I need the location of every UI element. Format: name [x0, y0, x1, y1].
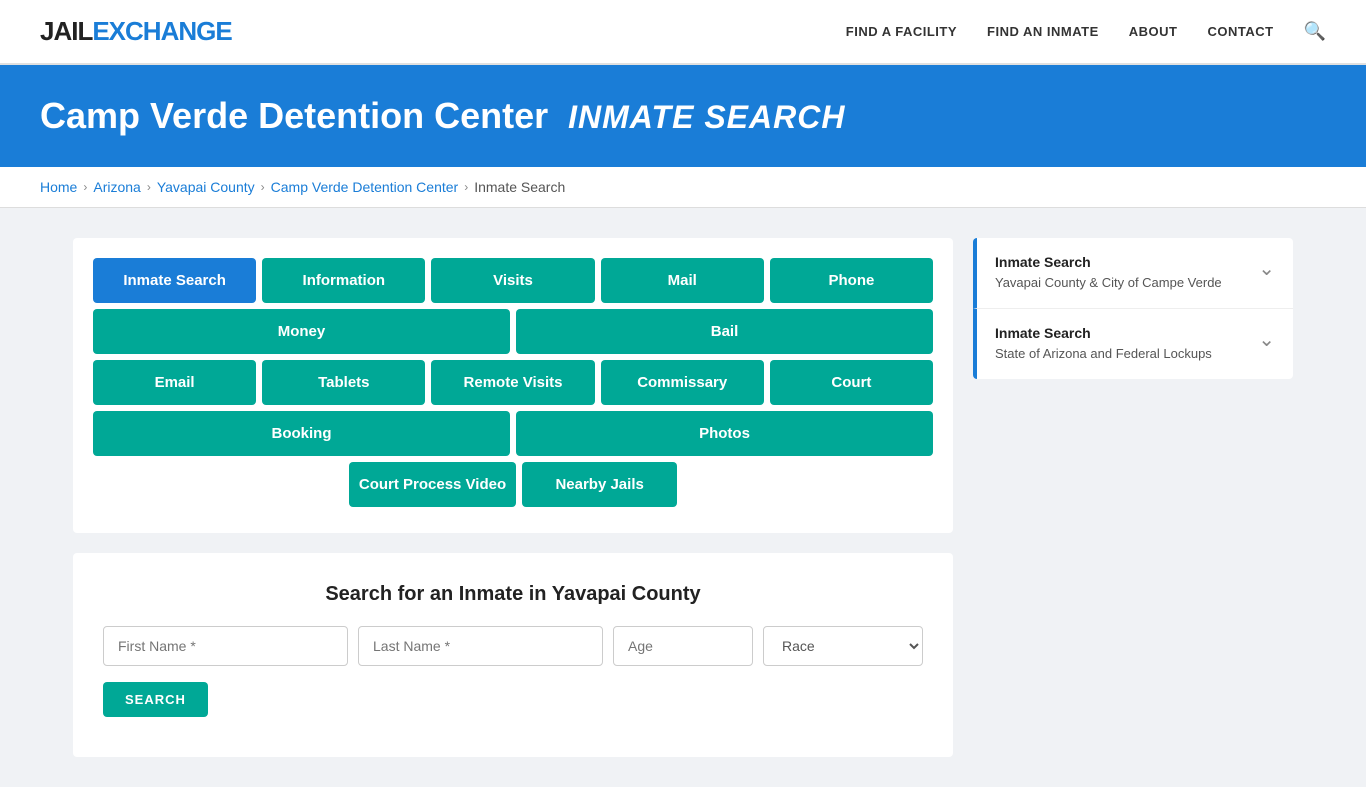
tab-btn-money[interactable]: Money [93, 309, 510, 354]
tab-btn-commissary[interactable]: Commissary [601, 360, 764, 405]
navbar: JAILEXCHANGE FIND A FACILITY FIND AN INM… [0, 0, 1366, 65]
race-select[interactable]: RaceWhiteBlackHispanicAsianNative Americ… [763, 626, 923, 666]
nav-about[interactable]: ABOUT [1129, 24, 1178, 39]
breadcrumb-sep-3: › [261, 180, 265, 194]
tab-btn-tablets[interactable]: Tablets [262, 360, 425, 405]
left-column: Inmate SearchInformationVisitsMailPhone M… [73, 238, 953, 757]
tab-btn-email[interactable]: Email [93, 360, 256, 405]
sidebar-item-title-1: Inmate Search [995, 325, 1212, 341]
tab-btn-mail[interactable]: Mail [601, 258, 764, 303]
search-heading: Search for an Inmate in Yavapai County [103, 583, 923, 606]
sidebar-item-subtitle-0: Yavapai County & City of Campe Verde [995, 274, 1222, 292]
logo-jail: JAIL [40, 16, 92, 46]
tab-btn-court-process-video[interactable]: Court Process Video [349, 462, 516, 507]
tabs-row-3: Court Process VideoNearby Jails [93, 462, 933, 507]
last-name-input[interactable] [358, 626, 603, 666]
sidebar-item-subtitle-1: State of Arizona and Federal Lockups [995, 345, 1212, 363]
tab-btn-visits[interactable]: Visits [431, 258, 594, 303]
breadcrumb-yavapai-county[interactable]: Yavapai County [157, 179, 255, 195]
tabs-section: Inmate SearchInformationVisitsMailPhone M… [73, 238, 953, 533]
sidebar-item-title-0: Inmate Search [995, 254, 1222, 270]
tabs-row-1: Inmate SearchInformationVisitsMailPhone M… [93, 258, 933, 354]
breadcrumb-arizona[interactable]: Arizona [93, 179, 140, 195]
page-title: Camp Verde Detention Center INMATE SEARC… [40, 95, 1326, 137]
breadcrumb: Home › Arizona › Yavapai County › Camp V… [40, 179, 1326, 195]
tab-btn-photos[interactable]: Photos [516, 411, 933, 456]
nav-links: FIND A FACILITY FIND AN INMATE ABOUT CON… [846, 21, 1326, 42]
breadcrumb-sep-2: › [147, 180, 151, 194]
search-button[interactable]: SEARCH [103, 682, 208, 717]
tab-btn-information[interactable]: Information [262, 258, 425, 303]
tab-btn-bail[interactable]: Bail [516, 309, 933, 354]
search-form: RaceWhiteBlackHispanicAsianNative Americ… [103, 626, 923, 666]
tab-btn-remote-visits[interactable]: Remote Visits [431, 360, 594, 405]
breadcrumb-home[interactable]: Home [40, 179, 77, 195]
nav-find-inmate[interactable]: FIND AN INMATE [987, 24, 1099, 39]
nav-contact[interactable]: CONTACT [1207, 24, 1273, 39]
right-sidebar: Inmate Search Yavapai County & City of C… [973, 238, 1293, 383]
sidebar-inmate-search-arizona[interactable]: Inmate Search State of Arizona and Feder… [973, 309, 1293, 379]
nav-find-facility[interactable]: FIND A FACILITY [846, 24, 957, 39]
main-content: Inmate SearchInformationVisitsMailPhoneM… [33, 238, 1333, 757]
tab-btn-inmate-search[interactable]: Inmate Search [93, 258, 256, 303]
breadcrumb-sep-4: › [464, 180, 468, 194]
breadcrumb-bar: Home › Arizona › Yavapai County › Camp V… [0, 167, 1366, 208]
sidebar-card: Inmate Search Yavapai County & City of C… [973, 238, 1293, 379]
tabs-row-2: EmailTabletsRemote VisitsCommissaryCourt… [93, 360, 933, 456]
search-section: Search for an Inmate in Yavapai County R… [73, 553, 953, 757]
breadcrumb-current: Inmate Search [474, 179, 565, 195]
tab-btn-phone[interactable]: Phone [770, 258, 933, 303]
tab-btn-court[interactable]: Court [770, 360, 933, 405]
breadcrumb-sep-1: › [83, 180, 87, 194]
logo-exchange: EXCHANGE [92, 16, 231, 46]
search-icon[interactable]: 🔍 [1304, 21, 1326, 41]
tab-btn-nearby-jails[interactable]: Nearby Jails [522, 462, 677, 507]
first-name-input[interactable] [103, 626, 348, 666]
sidebar-inmate-search-yavapai[interactable]: Inmate Search Yavapai County & City of C… [973, 238, 1293, 309]
chevron-down-icon: ⌄ [1258, 327, 1275, 352]
logo[interactable]: JAILEXCHANGE [40, 16, 232, 47]
age-input[interactable] [613, 626, 753, 666]
hero-banner: Camp Verde Detention Center INMATE SEARC… [0, 65, 1366, 167]
chevron-down-icon: ⌄ [1258, 256, 1275, 281]
tab-btn-booking[interactable]: Booking [93, 411, 510, 456]
breadcrumb-camp-verde[interactable]: Camp Verde Detention Center [271, 179, 459, 195]
